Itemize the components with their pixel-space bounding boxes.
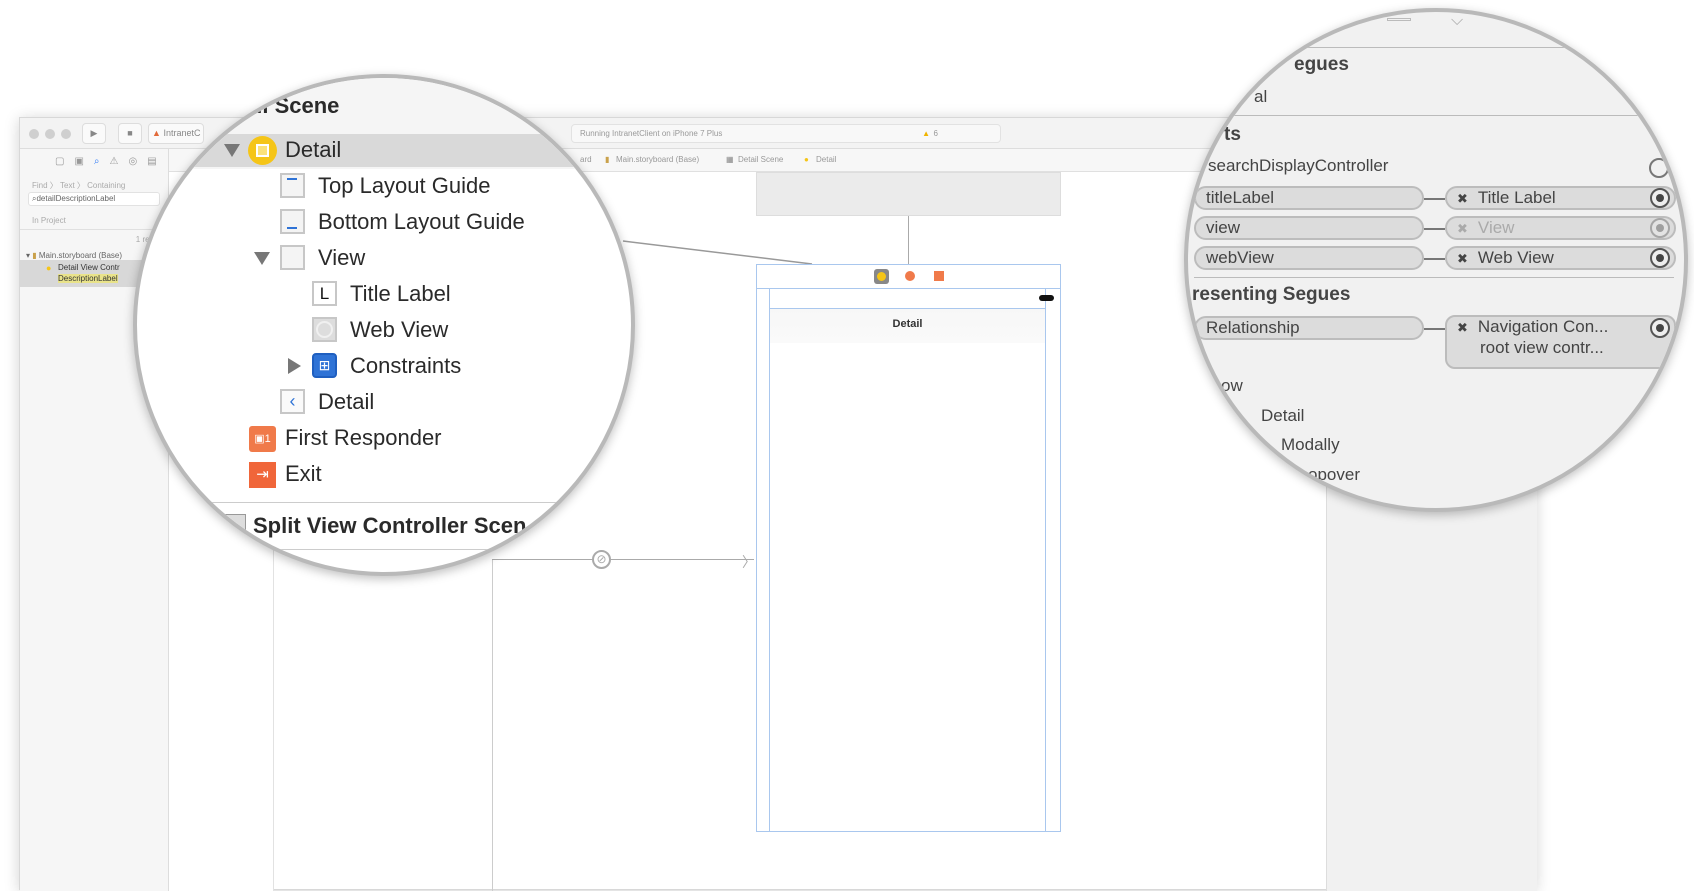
outline-item-navigation-item[interactable]: Detail (318, 389, 374, 415)
outline-item-exit[interactable]: Exit (285, 461, 322, 487)
navigation-title: Detail (892, 318, 923, 330)
outlet-target-title-label[interactable]: ✖ Title Label (1445, 186, 1676, 210)
disclosure-triangle-icon[interactable] (288, 358, 301, 374)
outline-item-detail[interactable] (137, 134, 631, 167)
disclosure-triangle-icon[interactable] (224, 144, 240, 157)
label-icon: L (312, 281, 337, 306)
outlet-target-web-view[interactable]: ✖ Web View (1445, 246, 1676, 270)
outline-item-constraints[interactable]: Constraints (350, 353, 461, 379)
outline-item-top-layout-guide[interactable]: Top Layout Guide (318, 173, 490, 199)
presenting-segues-heading: resenting Segues (1192, 284, 1351, 305)
outline-item-bottom-layout-guide[interactable]: Bottom Layout Guide (318, 209, 525, 235)
segue-icon (609, 552, 630, 572)
scene-header[interactable]: Split View Controller Scen (253, 513, 526, 539)
detail-scene[interactable]: Detail (756, 264, 1061, 832)
segue-present-popover: opover (1308, 465, 1360, 484)
disconnect-icon: ✖ (1457, 221, 1468, 236)
battery-icon (1039, 295, 1054, 301)
outlet-view[interactable]: view (1194, 216, 1424, 240)
inspector-tab-icon[interactable] (1387, 18, 1411, 21)
outlet-title-label[interactable]: titleLabel (1194, 186, 1424, 210)
connected-circle-icon[interactable] (1650, 218, 1670, 238)
outline-item-view[interactable]: View (318, 245, 365, 271)
outline-magnifier: ail Scene Detail Top Layout Guide Bottom… (133, 74, 635, 576)
outlet-web-view[interactable]: webView (1194, 246, 1424, 270)
web-view-icon (312, 317, 337, 342)
constraints-icon: ⊞ (312, 353, 337, 378)
manual-segue: al (1254, 87, 1268, 106)
disclosure-triangle-icon[interactable] (254, 252, 270, 265)
disconnect-icon: ✖ (1457, 320, 1468, 335)
triggered-segues-heading: egues (1294, 54, 1349, 75)
outlet-search-display-controller: searchDisplayController (1208, 156, 1389, 175)
relationship-segue[interactable]: Relationship (1194, 316, 1424, 340)
connected-circle-icon[interactable] (1650, 188, 1670, 208)
connected-circle-icon[interactable] (1650, 248, 1670, 268)
view-controller-icon (248, 136, 277, 165)
bottom-layout-guide-icon (280, 209, 305, 234)
navigation-bar: Detail (770, 308, 1045, 343)
view-controller-icon[interactable] (874, 269, 889, 284)
connections-tab-icon[interactable]: ⌵ (1451, 12, 1463, 30)
disconnect-icon: ✖ (1457, 251, 1468, 266)
top-layout-guide-icon (280, 173, 305, 198)
first-responder-icon: ▣1 (249, 426, 276, 452)
disconnect-icon: ✖ (1457, 191, 1468, 206)
navigation-item-icon: ‹ (280, 389, 305, 414)
scheme-label: IntranetC (163, 128, 201, 138)
outline-label: Detail (285, 137, 342, 162)
app-icon: ▲ (152, 128, 161, 138)
outlet-connect-circle[interactable] (1649, 158, 1669, 178)
connections-magnifier: ⌵ egues al ts searchDisplayController ti… (1184, 8, 1688, 512)
scheme-selector[interactable]: ▲ IntranetC (148, 123, 204, 144)
scene-header[interactable]: ail Scene (244, 93, 339, 119)
exit-icon[interactable] (934, 271, 944, 281)
outline-item-first-responder[interactable]: First Responder (285, 425, 442, 451)
outlet-target-view[interactable]: ✖ View (1445, 216, 1676, 240)
exit-icon: ⇥ (249, 462, 276, 488)
segue-show-detail: Detail (1261, 406, 1305, 425)
scene-dock (757, 265, 1060, 289)
view-icon (280, 245, 305, 270)
split-view-scene-icon (224, 514, 246, 536)
outlets-heading: ts (1224, 124, 1241, 145)
outline-item-title-label[interactable]: Title Label (350, 281, 451, 307)
outline-item-web-view[interactable]: Web View (350, 317, 448, 343)
first-responder-icon[interactable] (905, 271, 915, 281)
segue-show: ow (1221, 376, 1243, 395)
segue-present-modally: Modally (1281, 435, 1340, 454)
relationship-target[interactable]: ✖ Navigation Con... root view contr... (1445, 315, 1676, 369)
connected-circle-icon[interactable] (1650, 318, 1670, 338)
